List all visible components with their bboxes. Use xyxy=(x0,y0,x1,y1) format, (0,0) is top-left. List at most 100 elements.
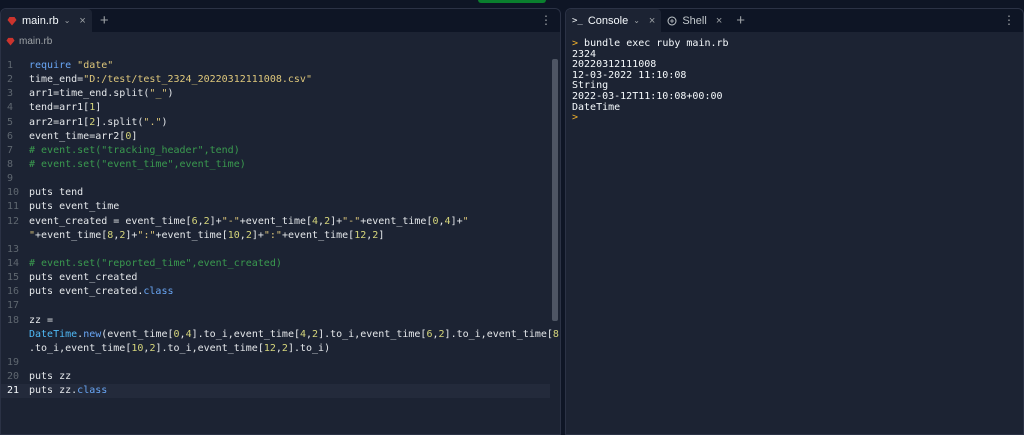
code-token: puts zz xyxy=(29,371,72,383)
chevron-down-icon[interactable]: ⌄ xyxy=(64,16,71,25)
code-text: event_time=arr2[0] xyxy=(29,130,137,144)
code-token: arr1=time_end.split( xyxy=(29,88,150,100)
code-token: "D:/test/test_2324_20220312111008.csv" xyxy=(83,74,312,86)
code-text: puts zz xyxy=(29,370,71,384)
code-token: puts zz. xyxy=(29,385,78,397)
code-editor[interactable]: 1 require "date" 2 time_end="D:/test/test_2… xyxy=(1,59,560,399)
code-line[interactable]: 13 xyxy=(1,243,550,257)
code-token: ].to_i,event_time[ xyxy=(444,328,553,340)
shell-icon xyxy=(667,16,677,25)
code-text: puts event_created xyxy=(29,271,137,285)
code-line[interactable]: 12 event_created = event_time[6,2]+"-"+ev… xyxy=(1,215,550,229)
code-line[interactable]: 5 arr2=arr1[2].split(".") xyxy=(1,116,550,130)
code-line[interactable]: 20 puts zz xyxy=(1,370,550,384)
breadcrumb: main.rb xyxy=(1,32,560,51)
tab-shell[interactable]: Shell × xyxy=(661,9,728,32)
code-token: arr2=arr1[ xyxy=(29,116,90,128)
close-tab-icon[interactable]: × xyxy=(79,15,85,27)
line-number: 8 xyxy=(7,158,14,170)
code-line[interactable]: 4 tend=arr1[1] xyxy=(1,101,550,115)
code-text: # event.set("reported_time",event_create… xyxy=(29,257,282,271)
code-line[interactable]: 8 # event.set("event_time",event_time) xyxy=(1,158,550,172)
code-text: puts tend xyxy=(29,186,83,200)
code-text: event_created = event_time[6,2]+"-"+even… xyxy=(29,215,469,229)
code-token: ]+ xyxy=(450,215,463,227)
line-number xyxy=(1,229,29,243)
code-line[interactable]: 10 puts tend xyxy=(1,186,550,200)
close-tab-icon[interactable]: × xyxy=(716,15,722,27)
code-token: "_" xyxy=(149,88,168,100)
code-text: arr1=time_end.split("_") xyxy=(29,87,174,101)
code-line[interactable]: 14 # event.set("reported_time",event_crea… xyxy=(1,257,550,271)
code-token: puts tend xyxy=(29,187,84,199)
code-line[interactable]: 17 xyxy=(1,299,550,313)
editor-scrollbar[interactable] xyxy=(552,59,558,321)
code-token: ]+ xyxy=(125,229,138,241)
code-token: DateTime xyxy=(29,328,78,340)
prompt-icon: > xyxy=(572,112,579,124)
close-tab-icon[interactable]: × xyxy=(649,15,655,27)
code-token: "-" xyxy=(342,215,361,227)
tab-main-rb[interactable]: main.rb ⌄ × xyxy=(1,9,92,32)
line-number: 21 xyxy=(7,385,20,397)
code-token: ]+ xyxy=(209,215,222,227)
code-line[interactable]: 15 puts event_created xyxy=(1,271,550,285)
code-line[interactable]: 2 time_end="D:/test/test_2324_20220312111… xyxy=(1,73,550,87)
code-token: ] xyxy=(95,102,102,114)
line-number xyxy=(1,342,29,356)
code-token: +event_time[ xyxy=(360,215,433,227)
new-tab-button[interactable]: + xyxy=(100,13,109,28)
code-line[interactable]: 6 event_time=arr2[0] xyxy=(1,130,550,144)
code-token: ":" xyxy=(137,229,156,241)
code-token: 12 xyxy=(354,229,367,241)
code-token: .to_i,event_time[ xyxy=(29,342,132,354)
ruby-file-icon xyxy=(6,37,15,46)
code-token: " xyxy=(462,215,469,227)
code-token: time_end= xyxy=(29,74,84,86)
pane-menu-icon[interactable]: ⋮ xyxy=(1003,14,1015,26)
code-line[interactable]: 19 xyxy=(1,356,550,370)
tab-console[interactable]: >_ Console ⌄ × xyxy=(566,9,662,32)
line-number: 10 xyxy=(7,187,20,199)
code-line[interactable]: 1 require "date" xyxy=(1,59,550,73)
code-text: arr2=arr1[2].split(".") xyxy=(29,116,168,130)
code-token: ].to_i,event_time[ xyxy=(191,328,300,340)
code-token: +event_time[ xyxy=(281,229,355,241)
console-output[interactable]: > bundle exec ruby main.rb 2324 2022031211… xyxy=(572,38,729,124)
line-number: 4 xyxy=(7,102,14,114)
code-line[interactable]: DateTime.new(event_time[0,4].to_i,event_… xyxy=(1,328,560,342)
code-line[interactable]: 3 arr1=time_end.split("_") xyxy=(1,87,550,101)
console-tabbar: >_ Console ⌄ × Shell × + ⋮ xyxy=(566,9,1023,32)
code-token: "." xyxy=(143,116,162,128)
new-tab-button[interactable]: + xyxy=(736,13,745,28)
console-text: bundle exec ruby main.rb xyxy=(578,38,729,49)
code-token: require xyxy=(29,60,78,71)
tab-label: main.rb xyxy=(22,14,59,27)
code-line[interactable]: 18 zz = xyxy=(1,314,550,328)
editor-tabbar: main.rb ⌄ × + ⋮ xyxy=(1,9,560,32)
code-token: ].to_i,event_time[ xyxy=(155,342,264,354)
console-text: 2324 xyxy=(572,48,597,60)
code-line[interactable]: 7 # event.set("tracking_header",tend) xyxy=(1,144,550,158)
code-token: event_time=arr2[ xyxy=(29,130,126,142)
breadcrumb-file[interactable]: main.rb xyxy=(19,36,52,47)
pane-menu-icon[interactable]: ⋮ xyxy=(540,14,552,26)
code-text: # event.set("event_time",event_time) xyxy=(29,158,246,172)
code-line[interactable]: 16 puts event_created.class xyxy=(1,285,550,299)
code-line[interactable]: 11 puts event_time xyxy=(1,200,550,214)
code-token: # event.set("tracking_header",tend) xyxy=(29,144,240,156)
code-line[interactable]: .to_i,event_time[10,2].to_i,event_time[1… xyxy=(1,342,550,356)
code-line[interactable]: 21 puts zz.class xyxy=(1,384,550,399)
code-token: # event.set("event_time",event_time) xyxy=(29,158,246,170)
code-line[interactable]: "+event_time[8,2]+":"+event_time[10,2]+"… xyxy=(1,229,550,243)
code-token: 10 xyxy=(131,342,144,354)
console-text: 2022-03-12T11:10:08+00:00 xyxy=(572,90,723,102)
code-token: ] xyxy=(131,130,138,142)
code-text: require "date" xyxy=(29,59,113,73)
chevron-down-icon[interactable]: ⌄ xyxy=(633,16,640,25)
code-token: ":" xyxy=(263,229,282,241)
code-token: ] xyxy=(378,229,385,241)
code-line[interactable]: 9 xyxy=(1,172,550,186)
terminal-icon: >_ xyxy=(572,15,583,26)
code-token: ].to_i) xyxy=(287,342,331,354)
